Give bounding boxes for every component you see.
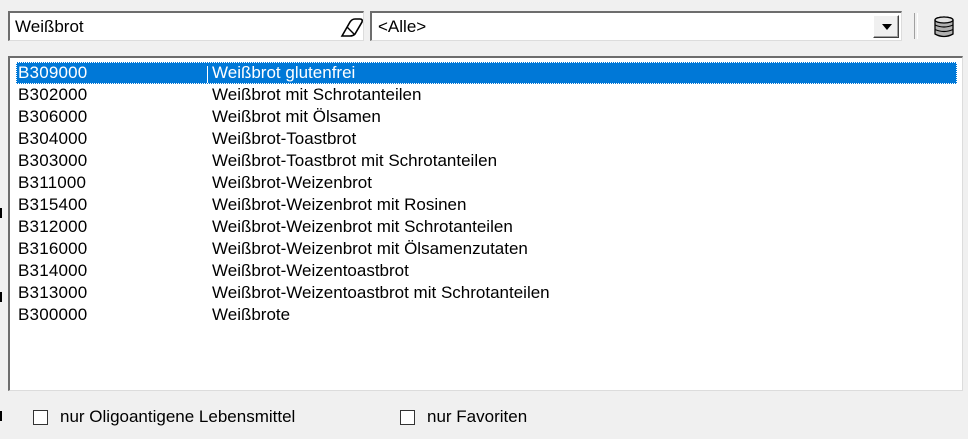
- edge-mark: [0, 208, 2, 218]
- list-item[interactable]: B311000 Weißbrot-Weizenbrot: [16, 172, 957, 194]
- favorites-filter-checkbox[interactable]: nur Favoriten: [400, 407, 527, 427]
- food-code: B315400: [18, 195, 88, 214]
- toolbar-separator: [914, 13, 918, 39]
- oligo-filter-checkbox[interactable]: nur Oligoantigene Lebensmittel: [33, 407, 295, 427]
- list-item[interactable]: B314000 Weißbrot-Weizentoastbrot: [16, 260, 957, 282]
- favorites-filter-label: nur Favoriten: [427, 407, 528, 426]
- food-code: B306000: [18, 107, 88, 126]
- list-item[interactable]: B300000 Weißbrote: [16, 304, 957, 326]
- food-name: Weißbrot-Weizenbrot: [212, 173, 372, 192]
- list-item[interactable]: B303000 Weißbrot-Toastbrot mit Schrotant…: [16, 150, 957, 172]
- food-name: Weißbrot-Weizenbrot mit Rosinen: [212, 195, 467, 214]
- list-item[interactable]: B313000 Weißbrot-Weizentoastbrot mit Sch…: [16, 282, 957, 304]
- food-code: B316000: [18, 239, 88, 258]
- food-name: Weißbrot mit Schrotanteilen: [212, 85, 422, 104]
- food-name: Weißbrot-Weizenbrot mit Schrotanteilen: [212, 217, 513, 236]
- checkbox-box[interactable]: [33, 409, 48, 425]
- list-item[interactable]: B312000 Weißbrot-Weizenbrot mit Schrotan…: [16, 216, 957, 238]
- food-code: B302000: [18, 85, 88, 104]
- list-item[interactable]: B315400 Weißbrot-Weizenbrot mit Rosinen: [16, 194, 957, 216]
- food-code: B312000: [18, 217, 88, 236]
- food-search-panel: Weißbrot <Alle> B309000 Weißbrot glutenf…: [0, 0, 968, 439]
- food-code: B313000: [18, 283, 88, 302]
- list-item[interactable]: B302000 Weißbrot mit Schrotanteilen: [16, 84, 957, 106]
- food-name: Weißbrot-Weizentoastbrot mit Schrotantei…: [212, 283, 550, 302]
- food-name: Weißbrot mit Ölsamen: [212, 107, 381, 126]
- search-input[interactable]: Weißbrot: [8, 11, 364, 41]
- list-item[interactable]: B304000 Weißbrot-Toastbrot: [16, 128, 957, 150]
- food-code: B311000: [18, 173, 87, 192]
- food-name: Weißbrote: [212, 305, 291, 324]
- food-code: B304000: [18, 129, 88, 148]
- list-item[interactable]: B309000 Weißbrot glutenfrei: [16, 62, 957, 84]
- edge-mark: [0, 411, 2, 421]
- food-code: B303000: [18, 151, 88, 170]
- category-filter-select[interactable]: <Alle>: [370, 11, 902, 41]
- food-name: Weißbrot-Weizentoastbrot: [212, 261, 409, 280]
- list-item[interactable]: B316000 Weißbrot-Weizenbrot mit Ölsamenz…: [16, 238, 957, 260]
- edge-mark: [0, 292, 2, 302]
- oligo-filter-label: nur Oligoantigene Lebensmittel: [60, 407, 296, 426]
- eraser-icon[interactable]: [338, 16, 366, 38]
- search-input-value: Weißbrot: [15, 17, 84, 36]
- checkbox-box[interactable]: [400, 409, 415, 425]
- food-name: Weißbrot glutenfrei: [206, 63, 356, 83]
- chevron-down-icon: [882, 24, 892, 30]
- food-code: B300000: [18, 305, 88, 324]
- database-icon: [934, 16, 954, 38]
- food-code: B309000: [18, 63, 88, 82]
- dropdown-button[interactable]: [873, 15, 899, 38]
- list-item[interactable]: B306000 Weißbrot mit Ölsamen: [16, 106, 957, 128]
- database-button[interactable]: [928, 14, 960, 40]
- food-name: Weißbrot-Weizenbrot mit Ölsamenzutaten: [212, 239, 528, 258]
- food-results-list[interactable]: B309000 Weißbrot glutenfrei B302000 Weiß…: [8, 56, 963, 391]
- food-code: B314000: [18, 261, 88, 280]
- category-filter-value: <Alle>: [378, 17, 427, 36]
- food-name: Weißbrot-Toastbrot: [212, 129, 357, 148]
- food-name: Weißbrot-Toastbrot mit Schrotanteilen: [212, 151, 498, 170]
